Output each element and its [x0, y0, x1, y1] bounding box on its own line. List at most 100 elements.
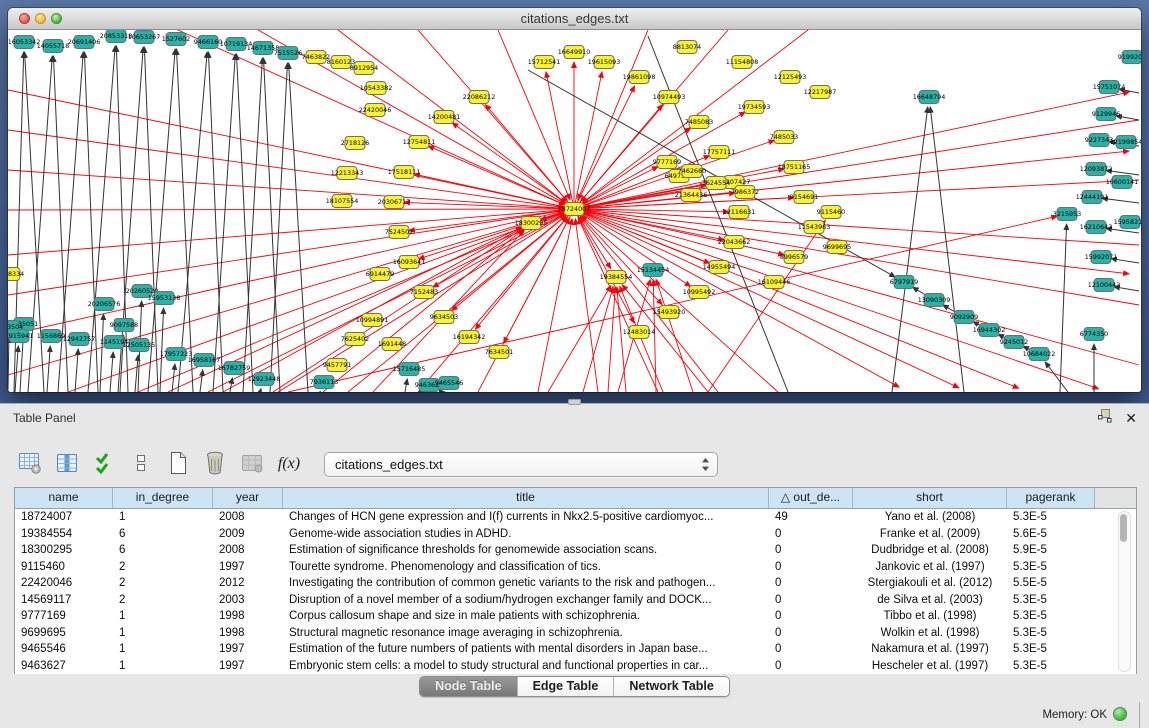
graph-node[interactable]: 10994891 — [356, 314, 389, 327]
graph-node[interactable]: 19384554 — [600, 271, 633, 284]
graph-node[interactable]: 1156869 — [37, 330, 65, 343]
graph-node[interactable]: 10543382 — [360, 82, 393, 95]
graph-node[interactable]: 7462660 — [678, 165, 706, 178]
graph-node[interactable]: 6774350 — [1080, 328, 1108, 341]
table-row[interactable]: 977716911998Corpus callosum shape and si… — [15, 608, 1136, 625]
graph-node[interactable]: 3624554 — [702, 177, 730, 190]
graph-edge[interactable] — [608, 287, 615, 392]
graph-node[interactable]: 6678334 — [8, 268, 24, 281]
close-panel-icon[interactable]: ✕ — [1125, 410, 1137, 426]
column-header-out_de[interactable]: △ out_de... — [769, 488, 853, 508]
graph-node[interactable]: 8996579 — [780, 251, 808, 264]
graph-edge[interactable] — [548, 286, 611, 392]
table-row[interactable]: 2242004622012Investigating the contribut… — [15, 575, 1136, 592]
zoom-window-button[interactable] — [51, 13, 62, 24]
table-row[interactable]: 1830029562008Estimation of significance … — [15, 542, 1136, 559]
graph-node[interactable]: 9245012 — [1000, 336, 1028, 349]
table-row[interactable]: 1938455462009Genome-wide association stu… — [15, 526, 1136, 543]
function-builder-button[interactable]: f(x) — [275, 450, 303, 478]
graph-node[interactable]: 18107554 — [326, 195, 359, 208]
graph-node[interactable]: 13090309 — [918, 294, 951, 307]
graph-edge[interactable] — [200, 370, 203, 392]
graph-edge[interactable] — [452, 209, 574, 311]
table-row[interactable]: 969969511998Structural magnetic resonanc… — [15, 625, 1136, 642]
graph-node[interactable]: 12100443 — [1088, 279, 1121, 292]
graph-edge[interactable] — [620, 286, 663, 392]
graph-node[interactable]: 21364436 — [675, 189, 708, 202]
delete-column-button[interactable] — [201, 450, 229, 478]
graph-edge[interactable] — [617, 287, 626, 392]
graph-edge[interactable] — [546, 72, 574, 209]
graph-node[interactable]: 19861098 — [623, 71, 656, 84]
graph-node[interactable]: 7986372 — [731, 186, 759, 199]
graph-node[interactable]: 20206576 — [88, 298, 121, 311]
graph-node[interactable]: 10653267 — [128, 31, 161, 44]
column-header-in_degree[interactable]: in_degree — [113, 488, 213, 508]
graph-node[interactable]: 12942757 — [63, 333, 96, 346]
graph-node[interactable]: 7634501 — [485, 346, 513, 359]
table-row[interactable]: 911546021997Tourette syndrome. Phenomeno… — [15, 559, 1136, 576]
graph-node[interactable]: 19615093 — [588, 56, 621, 69]
graph-node[interactable]: 6914479 — [366, 268, 394, 281]
graph-node[interactable]: 10974493 — [653, 91, 686, 104]
graph-edge[interactable] — [178, 30, 565, 205]
graph-node[interactable]: 1691448 — [378, 338, 406, 351]
graph-edge[interactable] — [260, 389, 261, 392]
table-selector-dropdown[interactable]: citations_edges.txt — [324, 452, 718, 477]
graph-node[interactable]: 9092909 — [950, 311, 978, 324]
graph-node[interactable]: 15958214 — [1114, 216, 1141, 229]
table-mode-button[interactable] — [16, 450, 44, 478]
graph-edge[interactable] — [574, 209, 662, 305]
column-header-name[interactable]: name — [15, 488, 113, 508]
graph-edge[interactable] — [213, 54, 235, 392]
graph-edge[interactable] — [656, 280, 693, 392]
graph-edge[interactable] — [100, 314, 104, 392]
graph-node[interactable]: 20691406 — [68, 36, 101, 49]
graph-node[interactable]: 19734593 — [738, 101, 771, 114]
graph-edge[interactable] — [263, 58, 280, 392]
graph-edge[interactable] — [433, 209, 574, 287]
graph-node[interactable]: 15493920 — [653, 306, 686, 319]
tab-edge-table[interactable]: Edge Table — [517, 677, 614, 696]
graph-node[interactable]: 11543963 — [798, 221, 831, 234]
graph-node[interactable]: 9457791 — [323, 359, 351, 372]
graph-node[interactable]: 16649910 — [558, 46, 591, 59]
graph-edge[interactable] — [178, 52, 207, 392]
graph-node[interactable]: 15716485 — [393, 363, 426, 376]
graph-edge[interactable] — [574, 209, 1019, 388]
import-table-button[interactable] — [238, 450, 266, 478]
graph-node[interactable]: 10600141 — [1106, 176, 1139, 189]
graph-edge[interactable] — [348, 215, 566, 392]
graph-node[interactable]: 16093641 — [393, 256, 426, 269]
graph-edge[interactable] — [574, 72, 602, 209]
graph-edge[interactable] — [575, 219, 598, 392]
graph-edge[interactable] — [243, 58, 262, 392]
graph-node[interactable]: 7485083 — [685, 116, 713, 129]
graph-node[interactable]: 16648794 — [913, 91, 946, 104]
graph-node[interactable]: 10995492 — [683, 286, 716, 299]
graph-node[interactable]: 15712541 — [528, 56, 561, 69]
graph-edge[interactable] — [236, 54, 253, 392]
graph-node[interactable]: 18751165 — [778, 161, 811, 174]
graph-edge[interactable] — [8, 209, 564, 210]
graph-edge[interactable] — [574, 209, 959, 388]
graph-edge[interactable] — [47, 346, 50, 392]
graph-node[interactable]: 10684022 — [1023, 348, 1056, 361]
new-column-button[interactable] — [164, 450, 192, 478]
graph-node[interactable]: 22420046 — [359, 104, 392, 117]
graph-edge[interactable] — [8, 337, 9, 392]
graph-node[interactable]: 9154691 — [790, 191, 818, 204]
table-row[interactable]: 1456911722003Disruption of a novel membe… — [15, 592, 1136, 609]
graph-node[interactable]: 9466160 — [194, 36, 222, 49]
column-header-short[interactable]: short — [853, 488, 1007, 508]
table-row[interactable]: 946362711997Embryonic stem cells: a mode… — [15, 658, 1136, 675]
graph-node[interactable]: 16109446 — [758, 276, 791, 289]
graph-node[interactable]: 12116631 — [723, 206, 756, 219]
column-header-pagerank[interactable]: pagerank — [1007, 488, 1095, 508]
graph-node[interactable]: 7485033 — [770, 131, 798, 144]
close-window-button[interactable] — [19, 13, 30, 24]
graph-edge[interactable] — [68, 212, 565, 392]
graph-edge[interactable] — [223, 228, 522, 392]
graph-node[interactable]: 12093872 — [1080, 163, 1113, 176]
graph-node[interactable]: 8912954 — [350, 62, 378, 75]
